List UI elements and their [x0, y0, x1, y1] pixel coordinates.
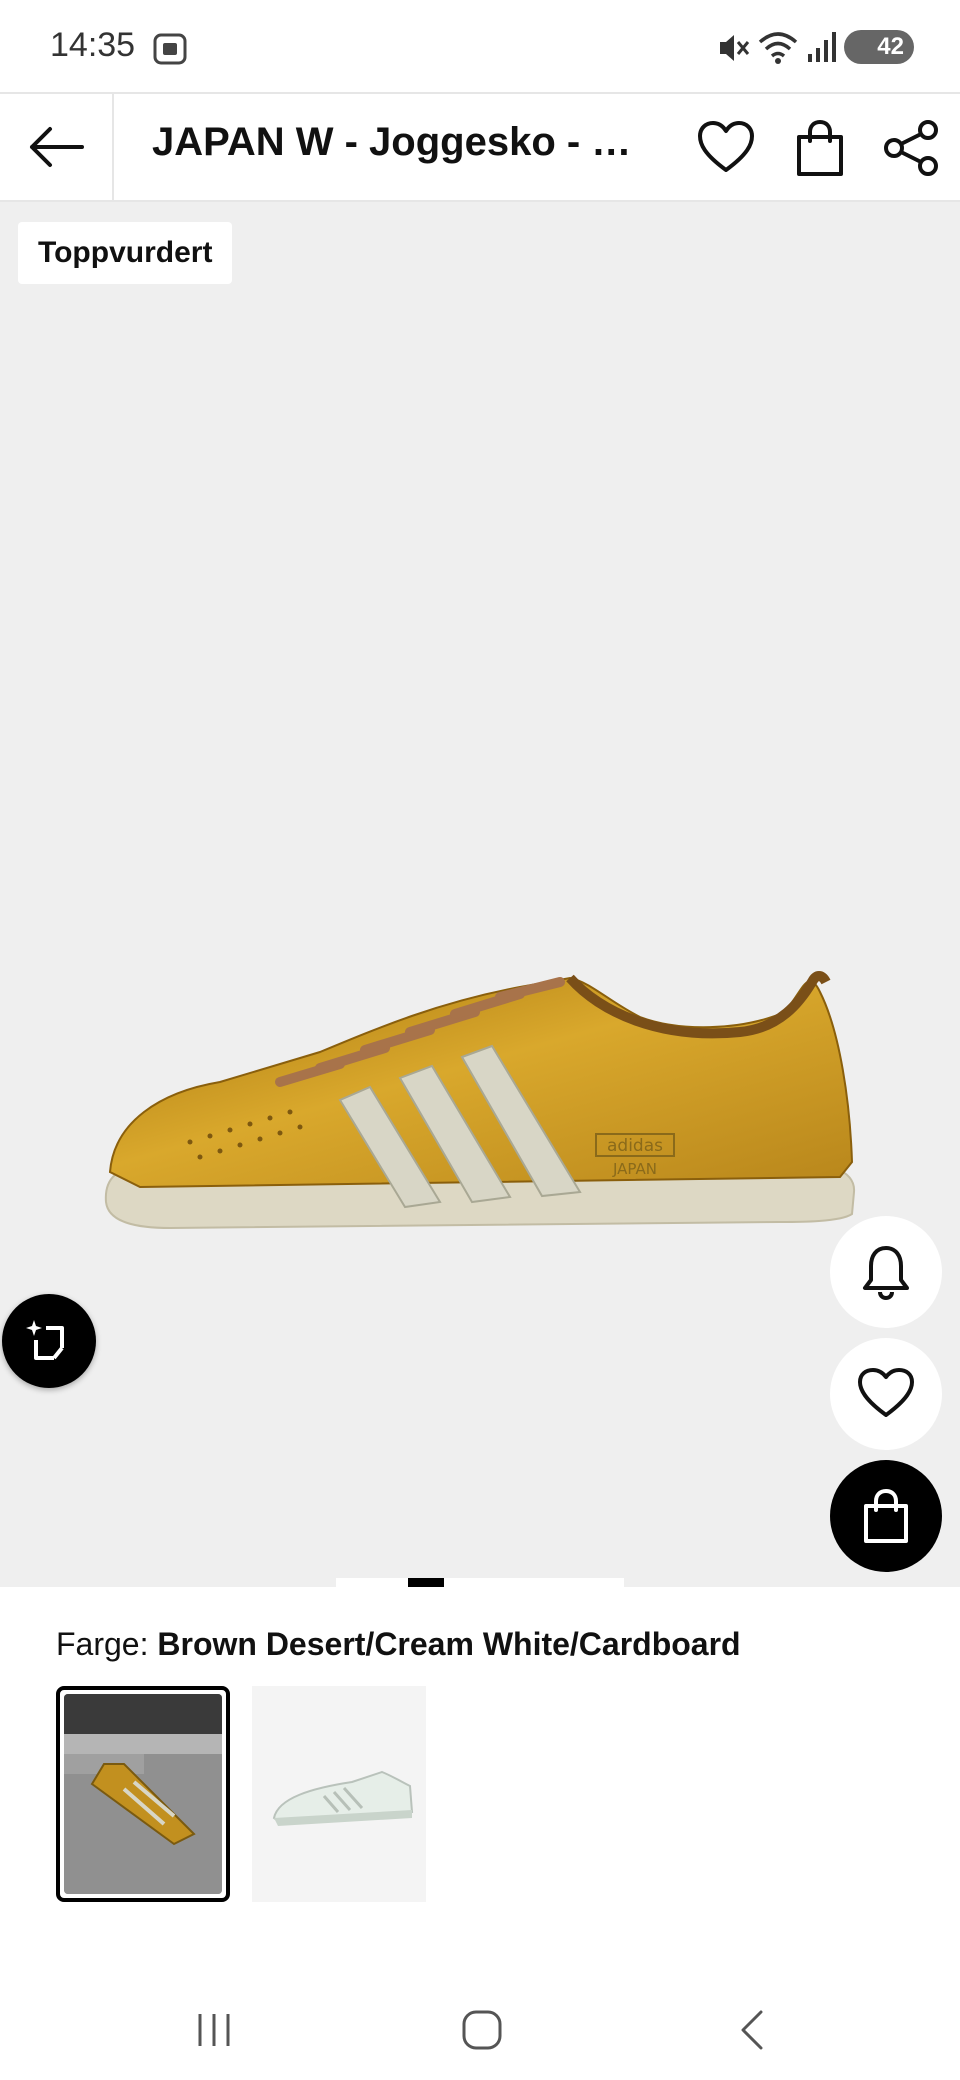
status-time: 14:35 — [50, 26, 136, 64]
shoe-logo-brand: adidas — [607, 1136, 663, 1156]
ai-assistant-button[interactable] — [2, 1294, 96, 1388]
heart-icon — [698, 121, 754, 172]
swatch-white-image — [272, 1770, 414, 1826]
top-rated-badge: Toppvurdert — [18, 222, 233, 284]
mute-icon — [720, 35, 750, 61]
color-label: Farge: — [56, 1626, 149, 1662]
wishlist-button[interactable] — [830, 1338, 942, 1450]
recent-apps-button[interactable] — [174, 2000, 254, 2060]
pager-indicator — [408, 1578, 444, 1587]
back-button[interactable] — [0, 94, 114, 200]
app-bar: JAPAN W - Joggesko - brown desert/cream … — [0, 92, 960, 202]
product-title: JAPAN W - Joggesko - brown desert/cream … — [152, 120, 652, 164]
system-nav-bar — [0, 1980, 960, 2080]
color-label-row: Farge: Brown Desert/Cream White/Cardboar… — [56, 1626, 741, 1663]
recent-apps-icon — [198, 2014, 230, 2046]
screenshot-icon — [153, 33, 187, 65]
home-icon — [462, 2010, 502, 2050]
product-image-gallery[interactable]: adidas JAPAN — [0, 202, 960, 1587]
swatch-gold-image — [64, 1694, 222, 1894]
share-button[interactable] — [876, 112, 948, 184]
share-icon — [884, 120, 938, 176]
battery-level: 42 — [877, 33, 904, 60]
color-swatch-gold[interactable] — [56, 1686, 230, 1902]
cart-button[interactable] — [784, 112, 856, 184]
product-shoe-image: adidas JAPAN — [104, 971, 856, 1230]
color-swatch-white[interactable] — [252, 1686, 426, 1902]
heart-icon — [858, 1368, 914, 1417]
bell-icon — [863, 1246, 909, 1300]
battery-icon: 42 — [844, 30, 914, 64]
shopping-bag-icon — [864, 1488, 908, 1543]
shoe-logo-model: JAPAN — [612, 1160, 657, 1178]
wifi-icon — [758, 32, 798, 64]
system-back-button[interactable] — [712, 2000, 792, 2060]
image-pager — [336, 1578, 624, 1587]
home-button[interactable] — [442, 2000, 522, 2060]
notify-button[interactable] — [830, 1216, 942, 1328]
back-arrow-icon — [30, 127, 84, 167]
shopping-bag-icon — [797, 119, 843, 176]
back-icon — [741, 2010, 763, 2050]
signal-icon — [808, 32, 836, 62]
sparkle-crop-icon — [26, 1320, 64, 1360]
status-bar: 14:35 42 — [0, 0, 960, 92]
favorite-button[interactable] — [690, 112, 762, 184]
color-value: Brown Desert/Cream White/Cardboard — [157, 1626, 741, 1662]
add-to-cart-button[interactable] — [830, 1460, 942, 1572]
